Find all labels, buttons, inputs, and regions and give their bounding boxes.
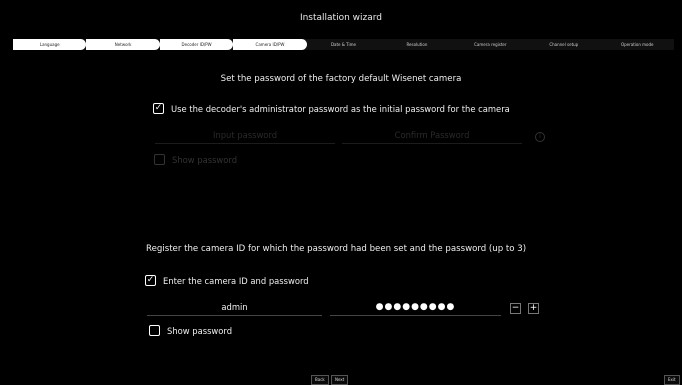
enter-camera-id-label: Enter the camera ID and password <box>163 275 309 286</box>
use-admin-password-row[interactable]: ✓ Use the decoder's administrator passwo… <box>153 103 510 114</box>
step-camera-register[interactable]: Camera register <box>454 39 527 50</box>
show-password-label-1: Show password <box>172 154 238 165</box>
confirm-password-field[interactable]: Confirm Password <box>342 128 522 144</box>
enter-camera-id-row[interactable]: ✓ Enter the camera ID and password <box>145 275 309 286</box>
camera-id-field[interactable]: admin <box>147 300 322 316</box>
register-camera-section: Register the camera ID for which the pas… <box>0 234 682 365</box>
back-button[interactable]: Back <box>311 375 329 385</box>
register-camera-heading: Register the camera ID for which the pas… <box>146 244 527 254</box>
show-password-label-2: Show password <box>167 325 233 336</box>
default-password-section: Set the password of the factory default … <box>0 72 682 212</box>
show-password-checkbox-1[interactable] <box>154 154 165 165</box>
default-password-heading: Set the password of the factory default … <box>220 74 462 84</box>
add-camera-button[interactable]: + <box>528 303 539 314</box>
exit-button[interactable]: Exit <box>664 375 680 385</box>
input-password-field[interactable]: Input password <box>155 128 335 144</box>
show-password-row-2[interactable]: Show password <box>149 325 232 336</box>
info-icon[interactable]: i <box>535 132 545 142</box>
use-admin-password-label: Use the decoder's administrator password… <box>171 103 510 114</box>
wizard-steps: Language Network Decoder ID/PW Camera ID… <box>13 39 674 50</box>
remove-camera-button[interactable]: − <box>510 303 521 314</box>
enter-camera-id-checkbox[interactable]: ✓ <box>145 275 156 286</box>
step-channel-setup[interactable]: Channel setup <box>527 39 600 50</box>
use-admin-password-checkbox[interactable]: ✓ <box>153 103 164 114</box>
step-resolution[interactable]: Resolution <box>380 39 453 50</box>
step-language[interactable]: Language <box>13 39 87 50</box>
step-decoder-id-pw[interactable]: Decoder ID/PW <box>159 39 234 50</box>
camera-password-field[interactable]: ●●●●●●●●● <box>330 300 501 316</box>
step-operation-mode[interactable]: Operation mode <box>601 39 674 50</box>
show-password-checkbox-2[interactable] <box>149 325 160 336</box>
show-password-row-1[interactable]: Show password <box>154 154 237 165</box>
next-button[interactable]: Next <box>331 375 349 385</box>
window-title: Installation wizard <box>299 13 383 23</box>
step-camera-id-pw[interactable]: Camera ID/PW <box>233 39 307 50</box>
step-date-time[interactable]: Date & Time <box>307 39 380 50</box>
step-network[interactable]: Network <box>86 39 160 50</box>
installation-wizard-screen: Installation wizard Language Network Dec… <box>0 0 682 385</box>
